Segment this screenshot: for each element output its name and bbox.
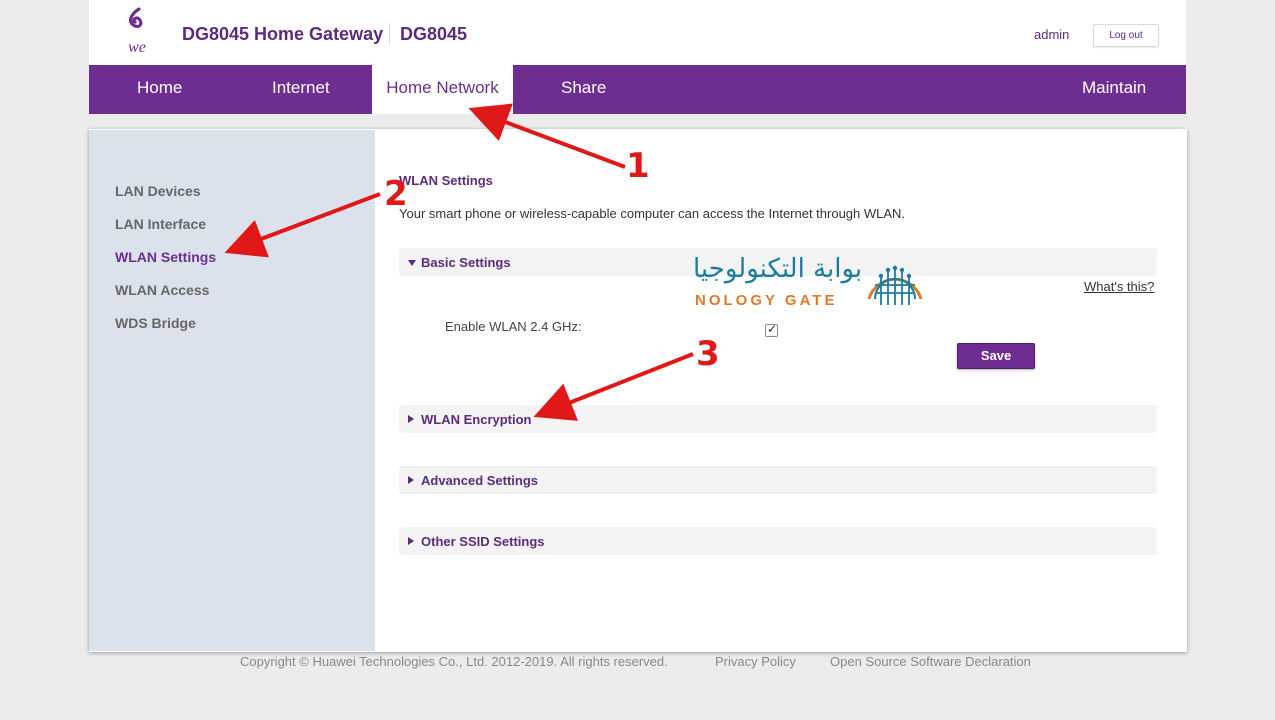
page-title: WLAN Settings <box>399 173 493 188</box>
watermark-english-text: NOLOGY GATE <box>695 292 838 309</box>
gateway-title: DG8045 Home Gateway <box>182 24 384 44</box>
nav-tab-home-network[interactable]: Home Network <box>372 65 513 114</box>
section-label: Other SSID Settings <box>421 534 545 549</box>
sidebar-item-lan-devices[interactable]: LAN Devices <box>115 183 201 199</box>
nav-tab-home[interactable]: Home <box>137 65 182 114</box>
annotation-number-2: 2 <box>384 174 408 214</box>
title-divider <box>389 23 390 45</box>
sidebar: LAN Devices LAN Interface WLAN Settings … <box>89 130 375 651</box>
model-name: DG8045 <box>400 24 468 44</box>
sidebar-item-wlan-settings[interactable]: WLAN Settings <box>115 249 216 265</box>
page-description: Your smart phone or wireless-capable com… <box>399 206 906 221</box>
whats-this-link[interactable]: What's this? <box>1084 279 1154 294</box>
watermark-arabic-text: بوابة التكنولوجيا <box>693 254 863 284</box>
section-label: Basic Settings <box>421 255 511 270</box>
annotation-number-1: 1 <box>626 146 650 186</box>
chevron-right-icon <box>408 537 414 545</box>
sidebar-item-wlan-access[interactable]: WLAN Access <box>115 282 209 298</box>
we-logo-icon[interactable]: we <box>117 6 157 56</box>
sidebar-item-wds-bridge[interactable]: WDS Bridge <box>115 315 196 331</box>
username-label: admin <box>1034 27 1070 42</box>
nav-tab-internet[interactable]: Internet <box>272 65 330 114</box>
nav-tab-share[interactable]: Share <box>561 65 606 114</box>
sidebar-item-lan-interface[interactable]: LAN Interface <box>115 216 206 232</box>
enable-wlan-checkbox[interactable]: ✓ <box>765 322 778 337</box>
chevron-down-icon <box>408 260 416 266</box>
watermark-logo-icon <box>867 265 923 305</box>
section-advanced-settings[interactable]: Advanced Settings <box>399 466 1157 494</box>
section-wlan-encryption[interactable]: WLAN Encryption <box>399 405 1157 433</box>
save-button[interactable]: Save <box>957 343 1035 369</box>
chevron-right-icon <box>408 476 414 484</box>
chevron-right-icon <box>408 415 414 423</box>
enable-wlan-label: Enable WLAN 2.4 GHz: <box>445 319 582 334</box>
nav-tab-maintain[interactable]: Maintain <box>1082 65 1146 114</box>
logout-button[interactable]: Log out <box>1093 24 1159 47</box>
open-source-declaration-link[interactable]: Open Source Software Declaration <box>830 654 1031 669</box>
section-label: Advanced Settings <box>421 473 539 488</box>
main-nav: Home Internet Home Network Share Maintai… <box>89 65 1186 114</box>
privacy-policy-link[interactable]: Privacy Policy <box>715 654 796 669</box>
section-label: WLAN Encryption <box>421 412 532 427</box>
section-other-ssid-settings[interactable]: Other SSID Settings <box>399 527 1157 555</box>
svg-text:we: we <box>128 39 146 56</box>
annotation-number-3: 3 <box>696 334 720 374</box>
copyright-text: Copyright © Huawei Technologies Co., Ltd… <box>240 654 668 669</box>
checkmark-icon: ✓ <box>767 322 778 336</box>
header: we DG8045 Home Gateway DG8045 admin Log … <box>89 0 1186 65</box>
main-content: WLAN Settings Your smart phone or wirele… <box>375 136 1181 646</box>
